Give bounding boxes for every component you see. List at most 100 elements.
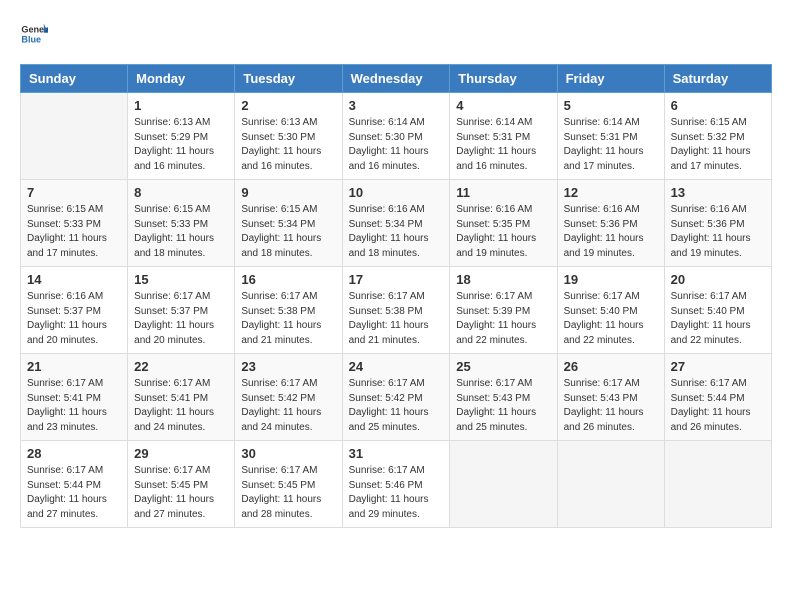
calendar-cell [664, 441, 771, 528]
day-number: 14 [27, 272, 121, 287]
calendar-cell: 4 Sunrise: 6:14 AM Sunset: 5:31 PM Daylig… [450, 93, 557, 180]
day-info: Sunrise: 6:17 AM Sunset: 5:43 PM Dayligh… [456, 377, 550, 435]
day-info: Sunrise: 6:16 AM Sunset: 5:36 PM Dayligh… [671, 203, 765, 261]
calendar-cell: 12 Sunrise: 6:16 AM Sunset: 5:36 PM Dayli… [557, 180, 664, 267]
calendar-cell: 27 Sunrise: 6:17 AM Sunset: 5:44 PM Dayli… [664, 354, 771, 441]
day-info: Sunrise: 6:17 AM Sunset: 5:44 PM Dayligh… [671, 377, 765, 435]
day-info: Sunrise: 6:14 AM Sunset: 5:31 PM Dayligh… [456, 116, 550, 174]
day-number: 29 [134, 446, 228, 461]
calendar-cell [450, 441, 557, 528]
day-info: Sunrise: 6:17 AM Sunset: 5:42 PM Dayligh… [349, 377, 444, 435]
calendar-cell: 22Sunrise: 6:17 AM Sunset: 5:41 PM Dayli… [128, 354, 235, 441]
day-number: 22 [134, 359, 228, 374]
day-number: 8 [134, 185, 228, 200]
day-number: 6 [671, 98, 765, 113]
calendar-cell: 8 Sunrise: 6:15 AM Sunset: 5:33 PM Daylig… [128, 180, 235, 267]
day-number: 18 [456, 272, 550, 287]
calendar-week-row: 14 Sunrise: 6:16 AM Sunset: 5:37 PM Dayli… [21, 267, 772, 354]
day-number: 31 [349, 446, 444, 461]
calendar-day-header: Saturday [664, 65, 771, 93]
calendar-cell: 28 Sunrise: 6:17 AM Sunset: 5:44 PM Dayli… [21, 441, 128, 528]
day-info: Sunrise: 6:17 AM Sunset: 5:41 PM Dayligh… [27, 377, 121, 435]
calendar-cell: 3 Sunrise: 6:14 AM Sunset: 5:30 PM Daylig… [342, 93, 450, 180]
day-number: 11 [456, 185, 550, 200]
day-number: 20 [671, 272, 765, 287]
calendar-day-header: Sunday [21, 65, 128, 93]
day-info: Sunrise: 6:17 AM Sunset: 5:37 PM Dayligh… [134, 290, 228, 348]
calendar-cell: 10 Sunrise: 6:16 AM Sunset: 5:34 PM Dayli… [342, 180, 450, 267]
day-info: Sunrise: 6:17 AM Sunset: 5:38 PM Dayligh… [241, 290, 335, 348]
calendar-cell: 13 Sunrise: 6:16 AM Sunset: 5:36 PM Dayli… [664, 180, 771, 267]
day-info: Sunrise: 6:17 AM Sunset: 5:39 PM Dayligh… [456, 290, 550, 348]
day-number: 1 [134, 98, 228, 113]
day-info: Sunrise: 6:17 AM Sunset: 5:45 PM Dayligh… [134, 464, 228, 522]
calendar-cell: 24Sunrise: 6:17 AM Sunset: 5:42 PM Dayli… [342, 354, 450, 441]
day-info: Sunrise: 6:17 AM Sunset: 5:45 PM Dayligh… [241, 464, 335, 522]
calendar-week-row: 7 Sunrise: 6:15 AM Sunset: 5:33 PM Daylig… [21, 180, 772, 267]
calendar-day-header: Friday [557, 65, 664, 93]
calendar-week-row: 28 Sunrise: 6:17 AM Sunset: 5:44 PM Dayli… [21, 441, 772, 528]
calendar-cell [21, 93, 128, 180]
calendar-cell: 20 Sunrise: 6:17 AM Sunset: 5:40 PM Dayli… [664, 267, 771, 354]
day-number: 3 [349, 98, 444, 113]
day-info: Sunrise: 6:17 AM Sunset: 5:38 PM Dayligh… [349, 290, 444, 348]
day-info: Sunrise: 6:17 AM Sunset: 5:42 PM Dayligh… [241, 377, 335, 435]
page-header: General Blue [20, 20, 772, 48]
day-info: Sunrise: 6:17 AM Sunset: 5:44 PM Dayligh… [27, 464, 121, 522]
day-info: Sunrise: 6:14 AM Sunset: 5:30 PM Dayligh… [349, 116, 444, 174]
day-info: Sunrise: 6:17 AM Sunset: 5:40 PM Dayligh… [671, 290, 765, 348]
day-info: Sunrise: 6:16 AM Sunset: 5:34 PM Dayligh… [349, 203, 444, 261]
calendar-cell: 9Sunrise: 6:15 AM Sunset: 5:34 PM Daylig… [235, 180, 342, 267]
day-info: Sunrise: 6:15 AM Sunset: 5:33 PM Dayligh… [27, 203, 121, 261]
day-info: Sunrise: 6:17 AM Sunset: 5:46 PM Dayligh… [349, 464, 444, 522]
day-info: Sunrise: 6:16 AM Sunset: 5:35 PM Dayligh… [456, 203, 550, 261]
calendar-header-row: SundayMondayTuesdayWednesdayThursdayFrid… [21, 65, 772, 93]
day-number: 17 [349, 272, 444, 287]
calendar-cell: 7 Sunrise: 6:15 AM Sunset: 5:33 PM Daylig… [21, 180, 128, 267]
day-number: 12 [564, 185, 658, 200]
calendar-cell: 21 Sunrise: 6:17 AM Sunset: 5:41 PM Dayli… [21, 354, 128, 441]
day-number: 25 [456, 359, 550, 374]
calendar-cell: 25 Sunrise: 6:17 AM Sunset: 5:43 PM Dayli… [450, 354, 557, 441]
day-number: 16 [241, 272, 335, 287]
day-number: 15 [134, 272, 228, 287]
calendar-cell: 16 Sunrise: 6:17 AM Sunset: 5:38 PM Dayli… [235, 267, 342, 354]
day-number: 10 [349, 185, 444, 200]
day-number: 7 [27, 185, 121, 200]
day-info: Sunrise: 6:16 AM Sunset: 5:36 PM Dayligh… [564, 203, 658, 261]
calendar-cell: 14 Sunrise: 6:16 AM Sunset: 5:37 PM Dayli… [21, 267, 128, 354]
day-number: 21 [27, 359, 121, 374]
day-number: 27 [671, 359, 765, 374]
day-info: Sunrise: 6:17 AM Sunset: 5:40 PM Dayligh… [564, 290, 658, 348]
day-number: 5 [564, 98, 658, 113]
day-number: 23 [241, 359, 335, 374]
svg-text:Blue: Blue [21, 34, 41, 44]
calendar-cell: 2Sunrise: 6:13 AM Sunset: 5:30 PM Daylig… [235, 93, 342, 180]
day-info: Sunrise: 6:15 AM Sunset: 5:34 PM Dayligh… [241, 203, 335, 261]
calendar-day-header: Thursday [450, 65, 557, 93]
calendar-cell: 19 Sunrise: 6:17 AM Sunset: 5:40 PM Dayli… [557, 267, 664, 354]
calendar-cell: 30 Sunrise: 6:17 AM Sunset: 5:45 PM Dayli… [235, 441, 342, 528]
calendar-cell: 11 Sunrise: 6:16 AM Sunset: 5:35 PM Dayli… [450, 180, 557, 267]
calendar-cell: 17 Sunrise: 6:17 AM Sunset: 5:38 PM Dayli… [342, 267, 450, 354]
calendar-week-row: 21 Sunrise: 6:17 AM Sunset: 5:41 PM Dayli… [21, 354, 772, 441]
day-number: 4 [456, 98, 550, 113]
day-info: Sunrise: 6:15 AM Sunset: 5:33 PM Dayligh… [134, 203, 228, 261]
calendar-day-header: Wednesday [342, 65, 450, 93]
day-number: 13 [671, 185, 765, 200]
day-number: 28 [27, 446, 121, 461]
calendar-cell: 6Sunrise: 6:15 AM Sunset: 5:32 PM Daylig… [664, 93, 771, 180]
calendar-table: SundayMondayTuesdayWednesdayThursdayFrid… [20, 64, 772, 528]
calendar-cell: 29 Sunrise: 6:17 AM Sunset: 5:45 PM Dayli… [128, 441, 235, 528]
calendar-cell: 18 Sunrise: 6:17 AM Sunset: 5:39 PM Dayli… [450, 267, 557, 354]
day-number: 26 [564, 359, 658, 374]
day-number: 19 [564, 272, 658, 287]
day-number: 2 [241, 98, 335, 113]
day-info: Sunrise: 6:14 AM Sunset: 5:31 PM Dayligh… [564, 116, 658, 174]
calendar-day-header: Monday [128, 65, 235, 93]
day-info: Sunrise: 6:17 AM Sunset: 5:43 PM Dayligh… [564, 377, 658, 435]
day-number: 30 [241, 446, 335, 461]
calendar-cell: 1 Sunrise: 6:13 AM Sunset: 5:29 PM Daylig… [128, 93, 235, 180]
day-info: Sunrise: 6:16 AM Sunset: 5:37 PM Dayligh… [27, 290, 121, 348]
day-info: Sunrise: 6:13 AM Sunset: 5:29 PM Dayligh… [134, 116, 228, 174]
